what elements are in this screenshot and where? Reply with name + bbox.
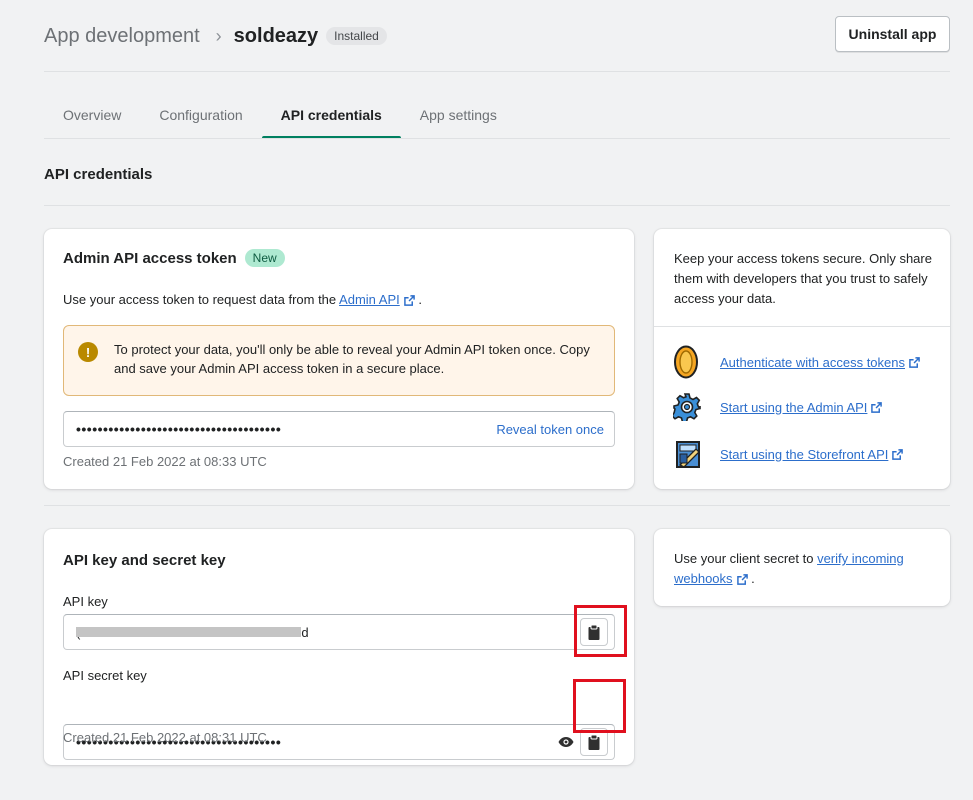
description-suffix: . (414, 292, 422, 307)
verify-webhooks-link-cont[interactable]: webhooks (674, 571, 733, 586)
api-key-redaction (76, 627, 302, 637)
api-key-value-end: d (301, 624, 309, 640)
cards-divider (44, 505, 950, 506)
coin-icon (674, 345, 698, 379)
api-key-label: API key (63, 594, 108, 609)
admin-token-field[interactable]: •••••••••••••••••••••••••••••••••••••• R… (63, 411, 615, 447)
tab-app-settings[interactable]: App settings (401, 96, 516, 139)
storefront-api-docs-link[interactable]: Start using the Storefront API (720, 447, 888, 462)
authenticate-link[interactable]: Authenticate with access tokens (720, 355, 905, 370)
tab-api-credentials[interactable]: API credentials (261, 96, 401, 139)
external-link-icon (892, 448, 904, 460)
admin-token-card: Admin API access token New Use your acce… (44, 229, 634, 489)
new-badge: New (244, 249, 285, 267)
api-secret-key-label: API secret key (63, 668, 147, 683)
warning-banner: ! To protect your data, you'll only be a… (63, 325, 615, 396)
highlight-box (573, 679, 626, 733)
external-link-icon (736, 574, 748, 585)
warning-icon: ! (78, 342, 98, 362)
tab-configuration[interactable]: Configuration (140, 96, 261, 139)
description-text: Use your access token to request data fr… (63, 292, 340, 307)
api-key-field[interactable]: ( d (63, 614, 615, 650)
webhooks-text-prefix: Use your client secret to (674, 551, 818, 566)
external-link-icon (403, 295, 415, 306)
webhooks-text-suffix: . (747, 571, 755, 586)
api-keys-card-title: API key and secret key (63, 552, 226, 569)
eye-icon[interactable] (558, 736, 574, 748)
warning-text: To protect your data, you'll only be abl… (114, 342, 590, 376)
verify-webhooks-link[interactable]: verify incoming (817, 551, 904, 566)
webhooks-help-text: Use your client secret to verify incomin… (674, 549, 934, 589)
admin-token-masked-value: •••••••••••••••••••••••••••••••••••••• (76, 421, 282, 437)
external-link-icon (909, 356, 920, 368)
uninstall-app-button[interactable]: Uninstall app (835, 16, 950, 52)
page-title: soldeazy (233, 24, 319, 47)
admin-token-card-title: Admin API access token New (63, 249, 285, 267)
external-link-icon (871, 401, 883, 413)
tab-bar: Overview Configuration API credentials A… (44, 96, 516, 139)
breadcrumb-parent-link[interactable]: App development (44, 25, 200, 48)
section-title: API credentials (44, 166, 153, 183)
help-card-divider (654, 326, 950, 327)
keys-created-text: Created 21 Feb 2022 at 08:31 UTC (63, 730, 267, 745)
gear-icon (673, 393, 701, 421)
status-badge: Installed (326, 27, 387, 45)
help-link-row[interactable]: Start using the Storefront API (674, 439, 904, 469)
admin-api-link[interactable]: Admin API (339, 292, 400, 307)
help-link-row[interactable]: Start using the Admin API (673, 393, 883, 421)
clipboard-icon (588, 734, 600, 750)
reveal-token-button[interactable]: Reveal token once (496, 422, 604, 437)
storefront-icon (676, 441, 700, 468)
admin-api-docs-link[interactable]: Start using the Admin API (720, 400, 867, 415)
token-created-text: Created 21 Feb 2022 at 08:33 UTC (63, 454, 267, 469)
section-divider (44, 205, 950, 206)
tab-overview[interactable]: Overview (44, 96, 140, 139)
help-link-row[interactable]: Authenticate with access tokens (674, 345, 920, 379)
webhooks-help-card: Use your client secret to verify incomin… (654, 529, 950, 606)
admin-token-description: Use your access token to request data fr… (63, 292, 422, 307)
tokens-help-card: Keep your access tokens secure. Only sha… (654, 229, 950, 489)
tabs-divider (44, 138, 950, 139)
highlight-box (574, 605, 627, 657)
card-title-text: Admin API access token (63, 249, 237, 267)
header-divider (44, 71, 950, 72)
breadcrumb: App development › soldeazy Installed (44, 22, 387, 50)
tokens-help-text: Keep your access tokens secure. Only sha… (674, 251, 932, 306)
breadcrumb-separator: › (215, 25, 222, 46)
api-keys-card: API key and secret key API key ( d API s… (44, 529, 634, 765)
